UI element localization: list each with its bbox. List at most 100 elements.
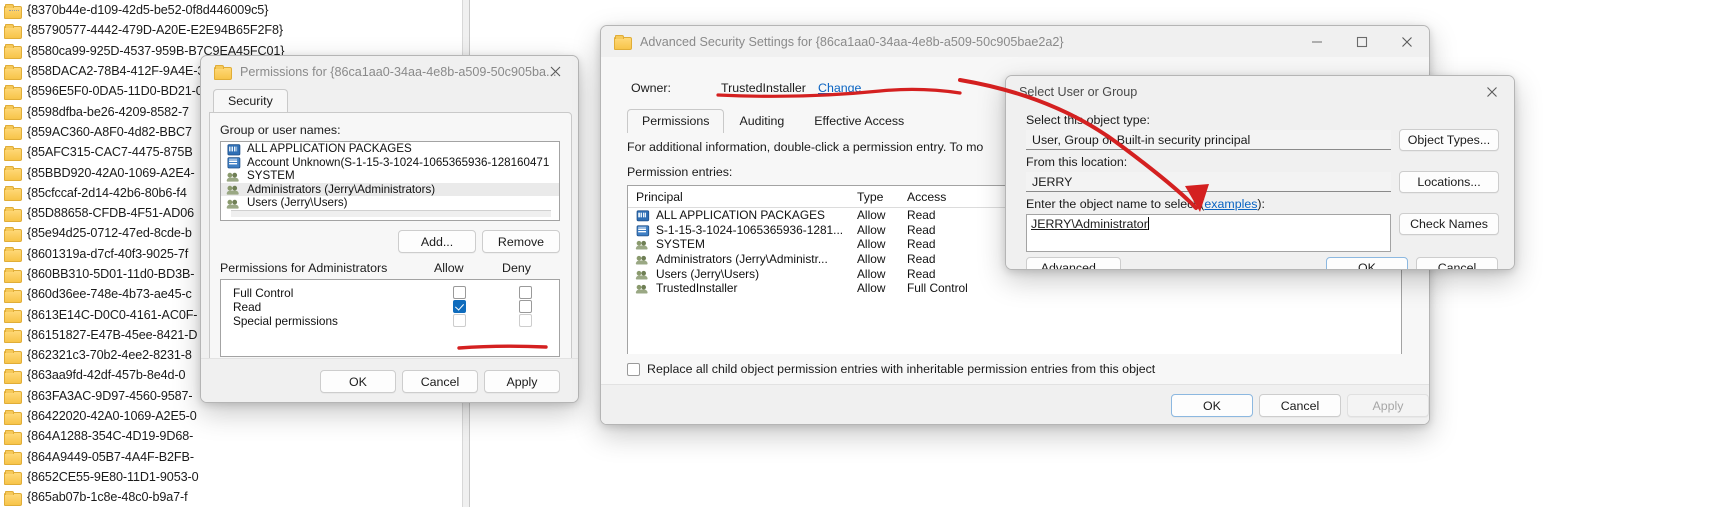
deny-checkbox[interactable]	[519, 286, 532, 299]
allow-checkbox[interactable]	[453, 286, 466, 299]
registry-key-label: {865ab07b-1c8e-48c0-b9a7-f	[27, 490, 188, 505]
check-names-button[interactable]: Check Names	[1399, 213, 1499, 235]
advanced-titlebar[interactable]: Advanced Security Settings for {86ca1aa0…	[601, 26, 1429, 57]
deny-checkbox[interactable]	[519, 314, 532, 327]
deny-checkbox[interactable]	[519, 300, 532, 313]
principal-list-item[interactable]: Account Unknown(S-1-15-3-1024-1065365936…	[221, 156, 559, 170]
permissions-dialog[interactable]: Permissions for {86ca1aa0-34aa-4e8b-a509…	[200, 55, 579, 403]
registry-key-label: {85e94d25-0712-47ed-8cde-b	[27, 226, 192, 241]
folder-icon	[614, 35, 632, 50]
tab-effective-access[interactable]: Effective Access	[799, 109, 919, 133]
permissions-for-label: Permissions for Administrators	[220, 261, 388, 275]
registry-key-row[interactable]: {8370b44e-d109-42d5-be52-0f8d446009c5}	[0, 0, 470, 20]
registry-key-label: {85BBD920-42A0-1069-A2E4-	[27, 165, 195, 180]
ok-button[interactable]: OK	[1171, 394, 1253, 417]
principal-name: TrustedInstaller	[656, 281, 738, 296]
select-user-titlebar[interactable]: Select User or Group	[1006, 76, 1514, 107]
folder-icon	[4, 368, 22, 384]
ok-button[interactable]: OK	[1326, 257, 1408, 269]
registry-key-label: {860BB310-5D01-11d0-BD3B-	[27, 267, 195, 281]
registry-key-label: {859AC360-A8F0-4d82-BBC7	[27, 124, 192, 139]
select-user-window-buttons	[1469, 76, 1514, 107]
replace-checkbox-row[interactable]: Replace all child object permission entr…	[601, 354, 1429, 384]
folder-icon	[4, 44, 22, 60]
object-type-value[interactable]: User, Group or Built-in security princip…	[1026, 130, 1391, 150]
folder-icon	[4, 84, 22, 100]
registry-key-row[interactable]: {864A1288-354C-4D19-9D68-	[0, 426, 470, 446]
registry-key-row[interactable]: {864A9449-05B7-4A4F-B2FB-	[0, 447, 470, 467]
principal-name: SYSTEM	[247, 169, 295, 183]
remove-button[interactable]: Remove	[482, 230, 560, 253]
column-header[interactable]: Type	[853, 190, 903, 204]
tab-security[interactable]: Security	[213, 89, 288, 113]
locations-button[interactable]: Locations...	[1399, 171, 1499, 193]
folder-icon	[4, 145, 22, 161]
group-or-user-names-label: Group or user names:	[220, 123, 341, 137]
close-icon[interactable]	[1469, 76, 1514, 107]
cancel-button[interactable]: Cancel	[1259, 394, 1341, 417]
advanced-button[interactable]: Advanced...	[1026, 257, 1121, 269]
registry-key-row[interactable]: {865ab07b-1c8e-48c0-b9a7-f	[0, 487, 470, 507]
principal-name: ALL APPLICATION PACKAGES	[247, 142, 412, 156]
users-icon	[226, 197, 241, 209]
tab-permissions[interactable]: Permissions	[627, 109, 725, 133]
screen: {8370b44e-d109-42d5-be52-0f8d446009c5} {8…	[0, 0, 1727, 507]
apply-button[interactable]: Apply	[484, 370, 560, 393]
folder-icon	[4, 166, 22, 182]
tab-auditing[interactable]: Auditing	[724, 109, 799, 133]
folder-icon	[4, 470, 22, 486]
text-cursor	[1147, 217, 1149, 230]
cell-type: Allow	[857, 222, 886, 237]
permission-name: Read	[233, 300, 262, 314]
cancel-button[interactable]: Cancel	[402, 370, 478, 393]
from-location-value[interactable]: JERRY	[1026, 172, 1391, 192]
cancel-button[interactable]: Cancel	[1416, 257, 1498, 269]
object-name-label-post: ):	[1257, 197, 1265, 211]
folder-icon	[214, 65, 232, 80]
owner-change-link[interactable]: Change	[818, 81, 861, 95]
users-icon	[226, 184, 241, 195]
group-or-user-names-list[interactable]: ALL APPLICATION PACKAGES Account Unknown(…	[220, 141, 560, 221]
cell-type: Allow	[857, 266, 886, 281]
registry-key-label: {86422020-42A0-1069-A2E5-0	[27, 409, 197, 424]
permissions-matrix[interactable]: Full Control Read Special permissions	[220, 279, 560, 357]
registry-key-row[interactable]: {86422020-42A0-1069-A2E5-0	[0, 406, 470, 426]
table-row[interactable]: TrustedInstaller Allow Full Control	[628, 281, 1401, 296]
principal-list-item[interactable]: Administrators (Jerry\Administrators)	[221, 182, 559, 196]
cell-type: Allow	[857, 281, 886, 296]
close-icon[interactable]	[1384, 26, 1429, 57]
folder-icon	[4, 490, 22, 506]
object-name-input[interactable]: JERRY\Administrator	[1026, 214, 1391, 252]
replace-child-permissions-checkbox[interactable]	[627, 362, 640, 376]
account-unknown-icon	[227, 157, 241, 169]
principal-list-item[interactable]: SYSTEM	[221, 169, 559, 183]
column-header[interactable]: Principal	[628, 190, 853, 204]
allow-checkbox[interactable]	[453, 300, 466, 313]
registry-key-row[interactable]: {8652CE55-9E80-11D1-9053-0	[0, 467, 470, 487]
advanced-title: Advanced Security Settings for {86ca1aa0…	[640, 34, 1064, 49]
principal-list-item[interactable]: Users (Jerry\Users)	[221, 196, 559, 210]
registry-key-row[interactable]: {85790577-4442-479D-A20E-E2E94B65F2F8}	[0, 20, 470, 40]
permissions-tabstrip[interactable]: Security	[201, 87, 578, 113]
minimize-icon[interactable]	[1294, 26, 1339, 57]
cell-type: Allow	[857, 208, 886, 223]
horizontal-scrollbar[interactable]	[231, 210, 551, 217]
registry-key-label: {85cfccaf-2d14-42b6-80b6-f4	[27, 185, 187, 200]
select-user-or-group-dialog[interactable]: Select User or Group Select this object …	[1005, 75, 1515, 270]
permissions-titlebar[interactable]: Permissions for {86ca1aa0-34aa-4e8b-a509…	[201, 56, 578, 87]
add-button[interactable]: Add...	[398, 230, 476, 253]
advanced-tabstrip[interactable]: Permissions Auditing Effective Access	[627, 108, 919, 133]
principal-name: Users (Jerry\Users)	[247, 196, 348, 210]
close-icon[interactable]	[533, 56, 578, 87]
allow-checkbox[interactable]	[453, 314, 466, 327]
users-icon	[635, 268, 649, 280]
examples-link[interactable]: examples	[1204, 197, 1257, 211]
object-types-button[interactable]: Object Types...	[1399, 129, 1499, 151]
principal-list-item[interactable]: ALL APPLICATION PACKAGES	[221, 142, 559, 156]
folder-icon	[4, 389, 22, 405]
principal-name: Users (Jerry\Users)	[656, 266, 760, 281]
ok-button[interactable]: OK	[320, 370, 396, 393]
account-unknown-icon	[636, 224, 650, 237]
maximize-icon[interactable]	[1339, 26, 1384, 57]
principal-name: S-1-15-3-1024-1065365936-1281...	[656, 222, 844, 237]
